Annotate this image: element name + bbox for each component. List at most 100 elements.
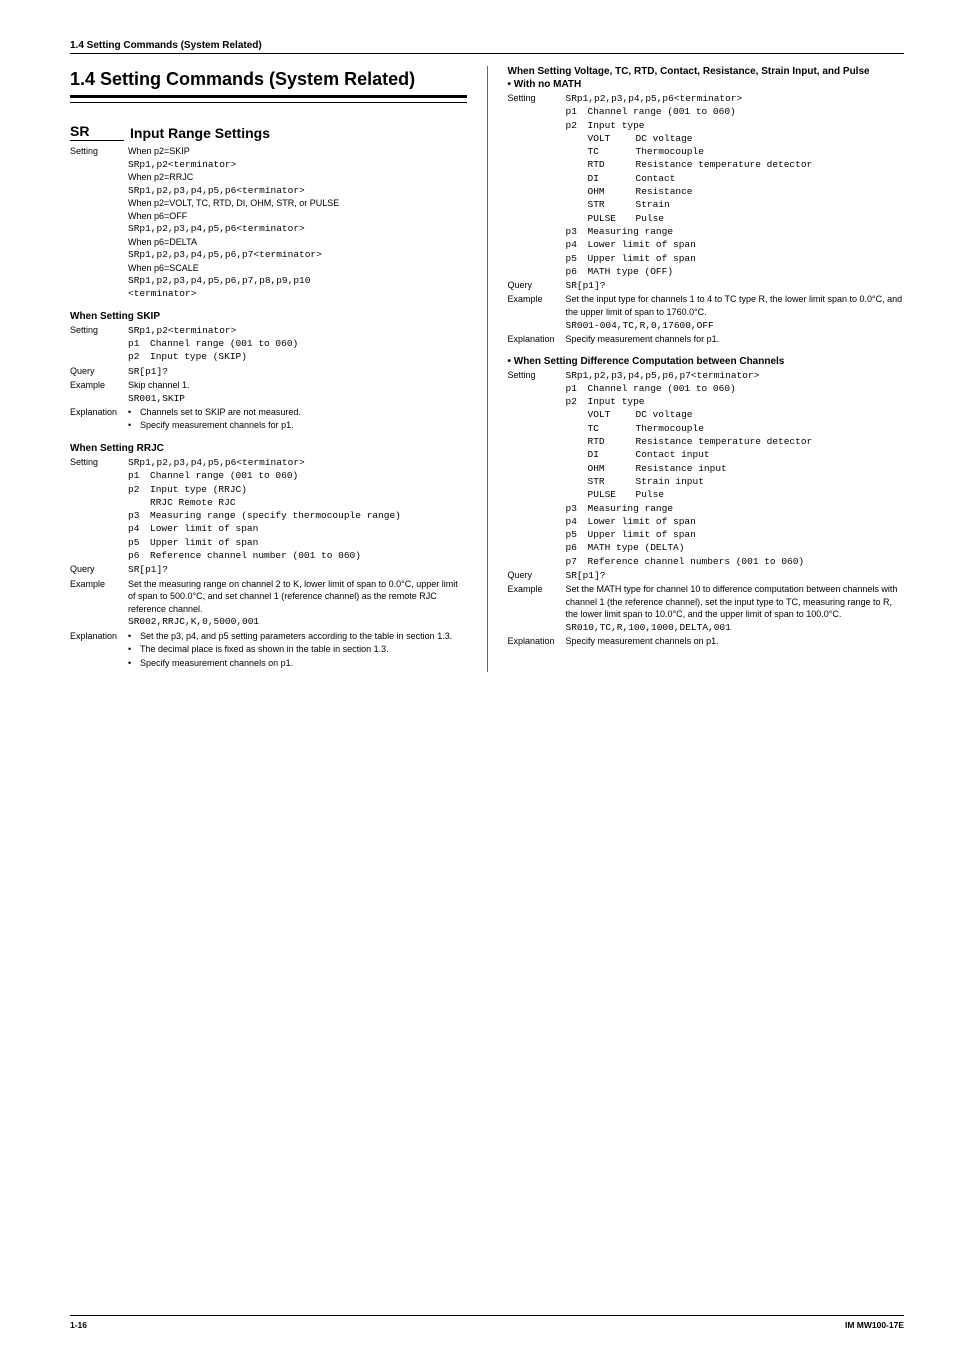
param-val: Upper limit of span [150,536,467,549]
text: Set the input type for channels 1 to 4 t… [566,293,905,318]
param-key: p3 [566,225,588,238]
text: Specify measurement channels for p1. [140,419,294,432]
text: When p6=DELTA [128,236,467,249]
setting-label: Setting [70,145,128,300]
text: When p2=SKIP [128,145,467,158]
code: SRp1,p2<terminator> [128,158,467,171]
param-val: Measuring range [588,502,905,515]
code: SR[p1]? [128,563,467,576]
param-val: Upper limit of span [588,528,905,541]
type-key: TC [588,422,636,435]
param-val: Lower limit of span [150,522,467,535]
param-key: p5 [566,528,588,541]
param-val: Channel range (001 to 060) [588,382,905,395]
type-key: VOLT [588,132,636,145]
type-key: RTD [588,435,636,448]
bullet-icon: • [128,406,140,419]
param-val: Reference channel number (001 to 060) [150,549,467,562]
param-val: Input type (SKIP) [150,350,467,363]
type-val: Resistance input [636,462,727,475]
type-val: Strain [636,198,670,211]
param-key: p3 [566,502,588,515]
type-val: Resistance [636,185,693,198]
explanation-label: Explanation [70,630,128,671]
doc-code: IM MW100-17E [845,1320,904,1330]
query-label: Query [508,279,566,292]
text: Channels set to SKIP are not measured. [140,406,301,419]
page-number: 1-16 [70,1320,87,1330]
example-label: Example [508,293,566,331]
param-key: p1 [128,337,150,350]
code: SRp1,p2,p3,p4,p5,p6,p7<terminator> [566,369,905,382]
type-val: Resistance temperature detector [636,158,813,171]
right-column: When Setting Voltage, TC, RTD, Contact, … [508,66,905,672]
text: Specify measurement channels for p1. [566,333,905,346]
param-val: Channel range (001 to 060) [150,337,467,350]
example-label: Example [70,578,128,629]
param-key: p6 [566,541,588,554]
type-key: STR [588,475,636,488]
query-label: Query [70,563,128,576]
type-key: OHM [588,462,636,475]
heading-underline [70,102,467,103]
param-key: p4 [128,522,150,535]
type-val: Contact [636,172,676,185]
example-label: Example [70,379,128,405]
param-key: p4 [566,238,588,251]
param-key: p2 [566,395,588,408]
code: SRp1,p2,p3,p4,p5,p6,p7<terminator> [128,248,467,261]
param-val: RRJC Remote RJC [150,496,467,509]
param-val: MATH type (OFF) [588,265,905,278]
param-key: p5 [566,252,588,265]
code: SR001-004,TC,R,0,17600,OFF [566,319,905,332]
code: SR001,SKIP [128,392,467,405]
sr-label: SR [70,123,124,141]
param-val: Measuring range [588,225,905,238]
type-key: STR [588,198,636,211]
param-key: p5 [128,536,150,549]
code: <terminator> [128,287,467,300]
right1-title: When Setting Voltage, TC, RTD, Contact, … [508,66,905,77]
text: Set the p3, p4, and p5 setting parameter… [140,630,452,643]
type-val: Thermocouple [636,422,704,435]
text: When p2=RRJC [128,171,467,184]
param-key: p4 [566,515,588,528]
param-key: p1 [566,105,588,118]
text: The decimal place is fixed as shown in t… [140,643,389,656]
sr-title: Input Range Settings [130,125,270,141]
main-heading: 1.4 Setting Commands (System Related) [70,68,467,98]
text: Set the measuring range on channel 2 to … [128,578,467,616]
type-val: Strain input [636,475,704,488]
param-val: Reference channel numbers (001 to 060) [588,555,905,568]
type-val: Resistance temperature detector [636,435,813,448]
param-val: Measuring range (specify thermocouple ra… [150,509,467,522]
text: Specify measurement channels on p1. [566,635,905,648]
code: SRp1,p2,p3,p4,p5,p6<terminator> [128,222,467,235]
code: SR[p1]? [128,365,467,378]
explanation-label: Explanation [508,635,566,648]
setting-label: Setting [508,92,566,278]
type-val: Thermocouple [636,145,704,158]
param-val: Channel range (001 to 060) [588,105,905,118]
type-key: DI [588,172,636,185]
param-val: Lower limit of span [588,515,905,528]
setting-label: Setting [508,369,566,568]
type-val: Contact input [636,448,710,461]
code: SRp1,p2,p3,p4,p5,p6,p7,p8,p9,p10 [128,274,467,287]
right2-title: • When Setting Difference Computation be… [508,356,905,367]
bullet-icon: • [128,630,140,643]
param-key: p2 [566,119,588,132]
param-val: MATH type (DELTA) [588,541,905,554]
query-label: Query [70,365,128,378]
bullet-icon: • [128,657,140,670]
explanation-label: Explanation [70,406,128,433]
rrjc-heading: When Setting RRJC [70,443,467,454]
type-val: DC voltage [636,132,693,145]
param-key: p2 [128,483,150,496]
text: When p2=VOLT, TC, RTD, DI, OHM, STR, or … [128,197,467,210]
code: SR010,TC,R,100,1000,DELTA,001 [566,621,905,634]
param-key: p6 [128,549,150,562]
param-key: p1 [566,382,588,395]
page-footer: 1-16 IM MW100-17E [70,1315,904,1330]
column-divider [487,66,488,672]
